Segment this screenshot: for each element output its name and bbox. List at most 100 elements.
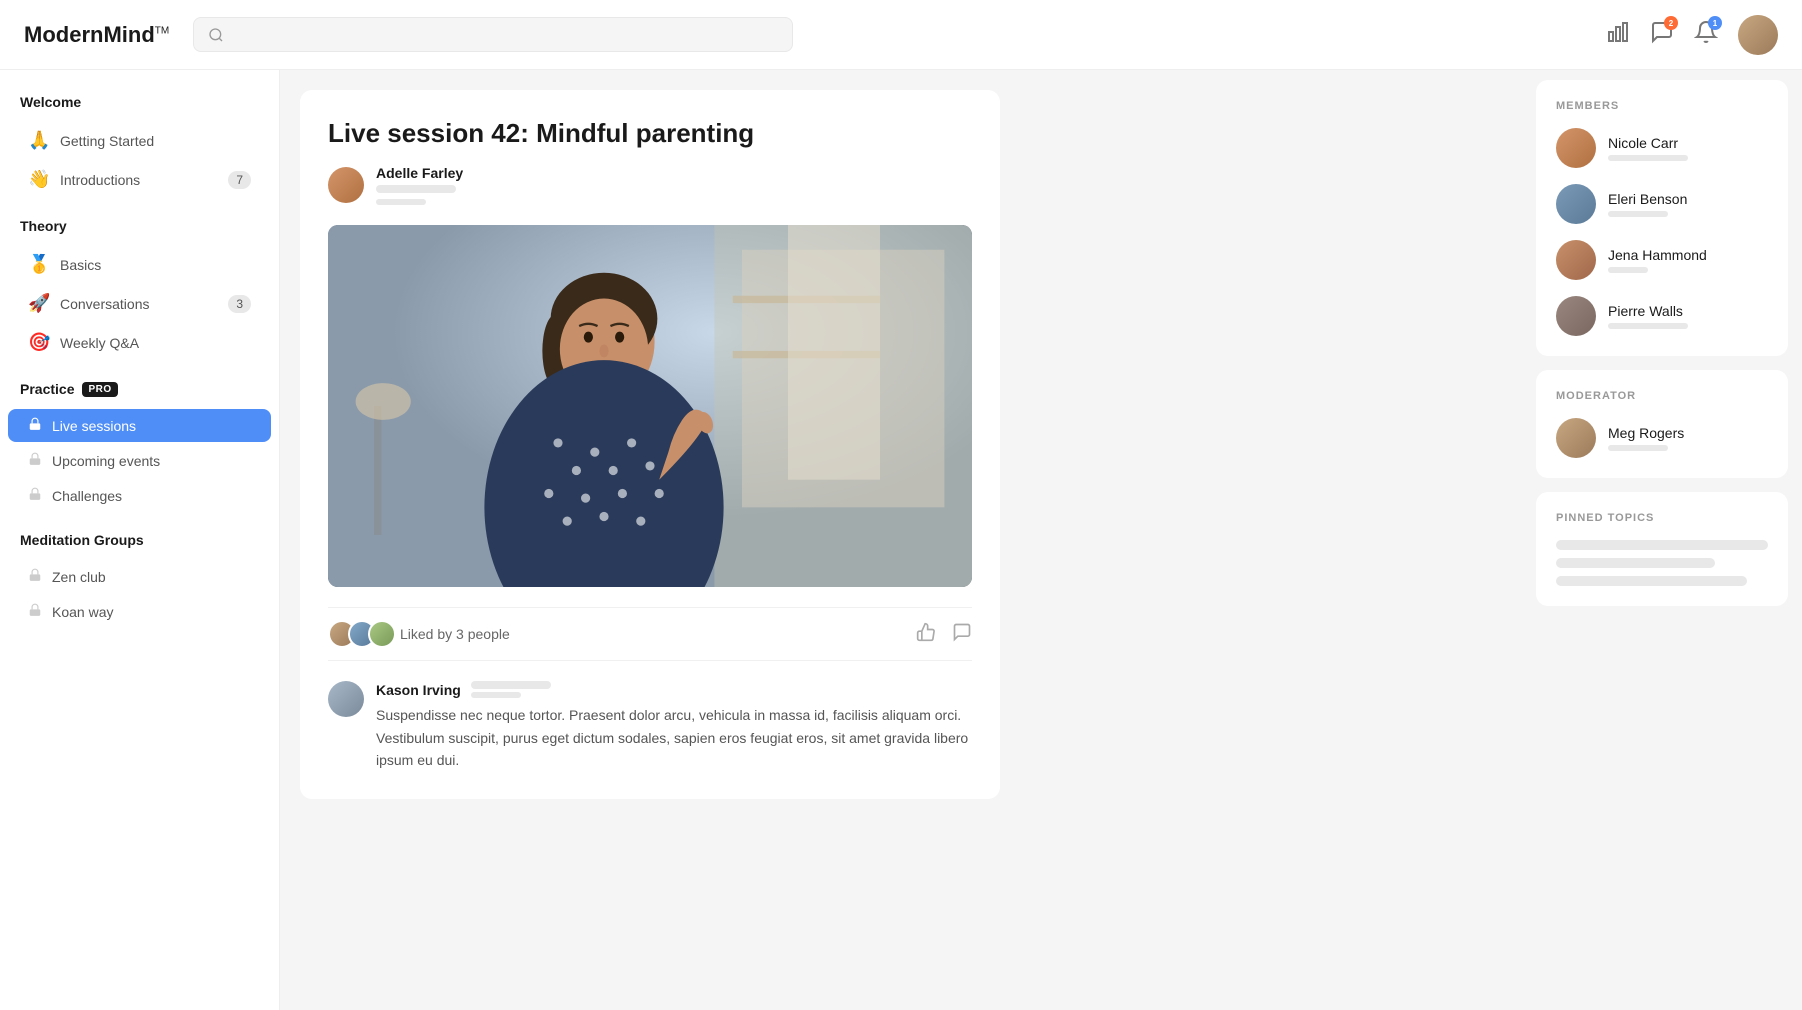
header-actions: 2 1 <box>1606 15 1778 55</box>
sidebar-item-getting-started-label: Getting Started <box>60 133 251 149</box>
video-thumbnail[interactable] <box>328 225 972 587</box>
member-avatar-pierre <box>1556 296 1596 336</box>
comment-button[interactable] <box>952 622 972 647</box>
sidebar-item-weekly-qa[interactable]: 🎯 Weekly Q&A <box>8 324 271 361</box>
sidebar-section-theory-label: Theory <box>0 218 279 244</box>
liked-avatars <box>328 620 388 648</box>
sidebar-item-weekly-qa-label: Weekly Q&A <box>60 335 251 351</box>
pinned-bar-3 <box>1556 576 1747 586</box>
sidebar-item-live-sessions[interactable]: Live sessions <box>8 409 271 442</box>
commenter-meta-bar2 <box>471 692 521 698</box>
members-label: MEMBERS <box>1556 100 1768 112</box>
like-button[interactable] <box>916 622 936 647</box>
member-info-nicole: Nicole Carr <box>1608 135 1768 161</box>
notifications-badge: 1 <box>1708 16 1722 30</box>
member-bar-pierre <box>1608 323 1688 329</box>
leaderboard-icon[interactable] <box>1606 20 1630 49</box>
messages-icon[interactable]: 2 <box>1650 20 1674 49</box>
post-title: Live session 42: Mindful parenting <box>328 118 972 149</box>
messages-badge: 2 <box>1664 16 1678 30</box>
sidebar-item-basics-label: Basics <box>60 257 251 273</box>
commenter-meta-bar <box>471 681 551 689</box>
sidebar-item-introductions-label: Introductions <box>60 172 218 188</box>
main-content: Live session 42: Mindful parenting Adell… <box>280 70 1522 1010</box>
sidebar-item-introductions[interactable]: 👋 Introductions 7 <box>8 161 271 198</box>
member-row: Nicole Carr <box>1556 128 1768 168</box>
lock-icon-koan <box>28 603 42 620</box>
moderator-card: MODERATOR Meg Rogers <box>1536 370 1788 478</box>
member-row: Eleri Benson <box>1556 184 1768 224</box>
sidebar-item-getting-started[interactable]: 🙏 Getting Started <box>8 122 271 159</box>
member-avatar-jena <box>1556 240 1596 280</box>
sidebar-item-basics[interactable]: 🥇 Basics <box>8 246 271 283</box>
search-input[interactable] <box>232 26 778 43</box>
sidebar-item-koan-way[interactable]: Koan way <box>8 595 271 628</box>
comment-text: Suspendisse nec neque tortor. Praesent d… <box>376 704 972 771</box>
interactions-row: Liked by 3 people <box>328 607 972 661</box>
sidebar-section-meditation-label: Meditation Groups <box>0 532 279 558</box>
sidebar-section-practice-label: Practice PRO <box>0 381 279 407</box>
sidebar-item-upcoming-events-label: Upcoming events <box>52 453 251 469</box>
sidebar-item-zen-club-label: Zen club <box>52 569 251 585</box>
sidebar-item-conversations[interactable]: 🚀 Conversations 3 <box>8 285 271 322</box>
sidebar-item-koan-way-label: Koan way <box>52 604 251 620</box>
sidebar: Welcome 🙏 Getting Started 👋 Introduction… <box>0 70 280 1010</box>
liked-avatar-3 <box>368 620 396 648</box>
member-name-pierre: Pierre Walls <box>1608 303 1768 319</box>
pinned-topics-card: PINNED TOPICS <box>1536 492 1788 606</box>
notifications-icon[interactable]: 1 <box>1694 20 1718 49</box>
user-avatar[interactable] <box>1738 15 1778 55</box>
target-icon: 🎯 <box>28 332 50 353</box>
sidebar-section-welcome-label: Welcome <box>0 94 279 120</box>
member-info-eleri: Eleri Benson <box>1608 191 1768 217</box>
moderator-bar <box>1608 445 1668 451</box>
member-avatar-eleri <box>1556 184 1596 224</box>
member-bar-eleri <box>1608 211 1668 217</box>
member-row: Jena Hammond <box>1556 240 1768 280</box>
author-meta-bar2 <box>376 199 426 205</box>
comment-content: Kason Irving Suspendisse nec neque torto… <box>376 681 972 771</box>
right-panel: MEMBERS Nicole Carr Eleri Benson Jena Ha… <box>1522 70 1802 1010</box>
author-name: Adelle Farley <box>376 165 463 181</box>
conversations-badge: 3 <box>228 295 251 313</box>
sidebar-item-upcoming-events[interactable]: Upcoming events <box>8 444 271 477</box>
sidebar-section-practice: Practice PRO Live sessions Upcoming even… <box>0 381 279 512</box>
user-avatar-image <box>1738 15 1778 55</box>
pro-badge: PRO <box>82 382 117 397</box>
member-avatar-nicole <box>1556 128 1596 168</box>
moderator-avatar <box>1556 418 1596 458</box>
author-info: Adelle Farley <box>376 165 463 205</box>
pinned-topics-label: PINNED TOPICS <box>1556 512 1768 524</box>
pray-icon: 🙏 <box>28 130 50 151</box>
member-name-eleri: Eleri Benson <box>1608 191 1768 207</box>
author-row: Adelle Farley <box>328 165 972 205</box>
member-name-jena: Jena Hammond <box>1608 247 1768 263</box>
header: ModernMindTM 2 1 <box>0 0 1802 70</box>
search-bar[interactable] <box>193 17 793 52</box>
search-icon <box>208 27 224 43</box>
logo: ModernMindTM <box>24 22 169 48</box>
pinned-bar-2 <box>1556 558 1715 568</box>
introductions-badge: 7 <box>228 171 251 189</box>
author-avatar <box>328 167 364 203</box>
member-info-jena: Jena Hammond <box>1608 247 1768 273</box>
sidebar-item-zen-club[interactable]: Zen club <box>8 560 271 593</box>
sidebar-item-challenges-label: Challenges <box>52 488 251 504</box>
member-row: Pierre Walls <box>1556 296 1768 336</box>
sidebar-section-meditation: Meditation Groups Zen club Koan way <box>0 532 279 628</box>
pinned-bar-1 <box>1556 540 1768 550</box>
lock-icon-upcoming <box>28 452 42 469</box>
sidebar-section-theory: Theory 🥇 Basics 🚀 Conversations 3 🎯 Week… <box>0 218 279 361</box>
commenter-avatar <box>328 681 364 717</box>
moderator-label: MODERATOR <box>1556 390 1768 402</box>
moderator-name: Meg Rogers <box>1608 425 1768 441</box>
moderator-row: Meg Rogers <box>1556 418 1768 458</box>
video-image <box>328 225 972 587</box>
moderator-info: Meg Rogers <box>1608 425 1768 451</box>
sidebar-item-challenges[interactable]: Challenges <box>8 479 271 512</box>
medal-icon: 🥇 <box>28 254 50 275</box>
member-bar-nicole <box>1608 155 1688 161</box>
members-card: MEMBERS Nicole Carr Eleri Benson Jena Ha… <box>1536 80 1788 356</box>
sidebar-item-live-sessions-label: Live sessions <box>52 418 251 434</box>
member-info-pierre: Pierre Walls <box>1608 303 1768 329</box>
